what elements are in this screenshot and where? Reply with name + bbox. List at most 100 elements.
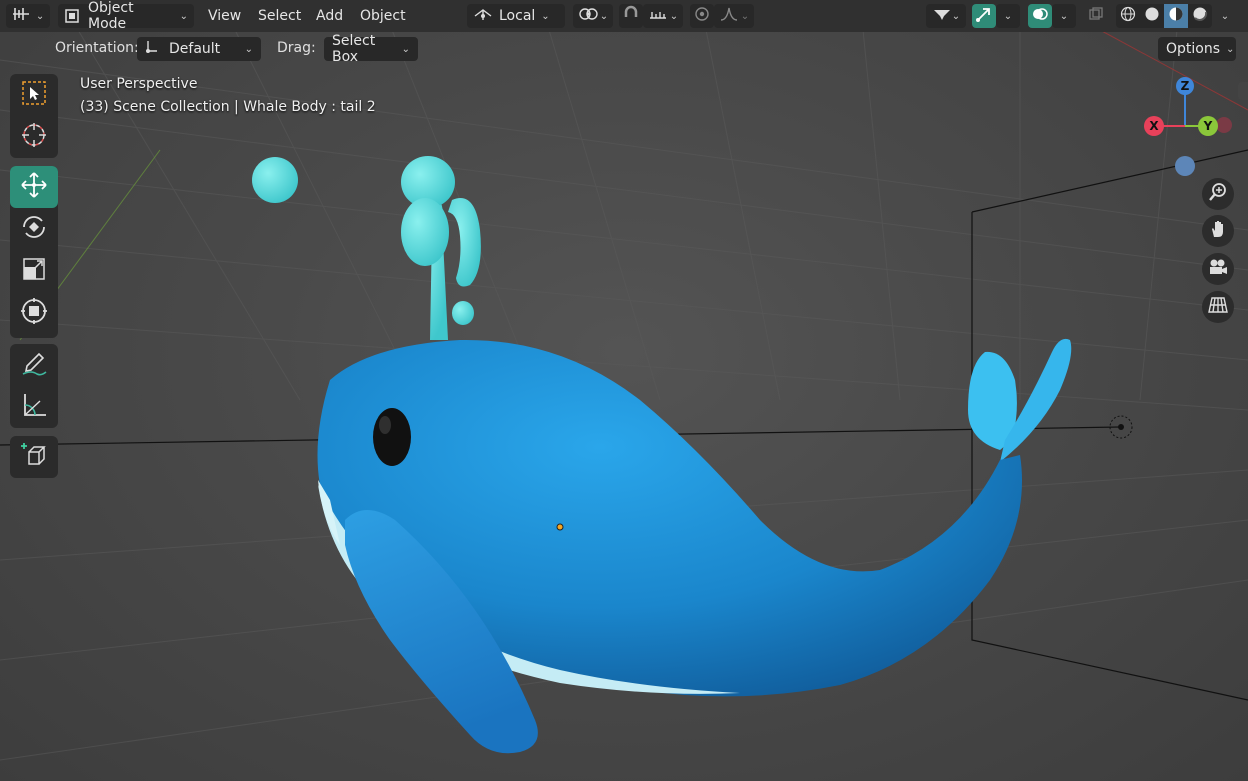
menu-select[interactable]: Select bbox=[250, 4, 309, 28]
ortho-toggle-button[interactable] bbox=[1202, 291, 1234, 323]
proportional-edit-icon bbox=[694, 6, 710, 26]
menu-object[interactable]: Object bbox=[352, 4, 414, 28]
object-mode-icon bbox=[64, 8, 80, 24]
pivot-icon bbox=[578, 6, 600, 26]
annotate-icon bbox=[19, 348, 49, 382]
chevron-down-icon: ⌄ bbox=[740, 10, 750, 22]
measure-icon bbox=[20, 391, 48, 423]
navigation-gizmo[interactable]: Z X Y bbox=[1138, 72, 1238, 182]
zoom-button[interactable] bbox=[1202, 178, 1234, 210]
gizmo-x-axis[interactable]: X bbox=[1144, 116, 1164, 136]
shading-options-dropdown[interactable]: ⌄ bbox=[1214, 4, 1236, 28]
rendered-icon bbox=[1192, 6, 1208, 26]
chevron-down-icon: ⌄ bbox=[1226, 43, 1235, 55]
pan-hand-icon bbox=[1208, 219, 1228, 243]
drag-value: Select Box bbox=[332, 33, 376, 65]
tool-add-cube[interactable] bbox=[10, 436, 58, 478]
perspective-label: User Perspective bbox=[80, 76, 198, 92]
tool-cursor[interactable] bbox=[10, 116, 58, 158]
orientation-axes-icon bbox=[145, 39, 159, 59]
zoom-icon bbox=[1208, 182, 1228, 206]
move-icon bbox=[19, 170, 49, 204]
transform-icon bbox=[19, 296, 49, 330]
chevron-down-icon: ⌄ bbox=[179, 10, 188, 22]
viewport-editor-icon bbox=[12, 6, 30, 26]
chevron-down-icon: ⌄ bbox=[669, 10, 679, 22]
chevron-down-icon: ⌄ bbox=[541, 10, 550, 22]
xray-toggle[interactable] bbox=[1084, 4, 1108, 28]
chevron-down-icon: ⌄ bbox=[35, 10, 45, 22]
gizmo-neg-x[interactable] bbox=[1216, 117, 1232, 133]
menu-view[interactable]: View bbox=[200, 4, 249, 28]
falloff-dropdown[interactable]: ⌄ bbox=[714, 4, 754, 28]
editor-type-button[interactable]: ⌄ bbox=[6, 4, 50, 28]
tool-move[interactable] bbox=[10, 166, 58, 208]
solid-icon bbox=[1144, 6, 1160, 26]
pivot-point-dropdown[interactable]: ⌄ bbox=[573, 4, 613, 28]
snap-increment-icon bbox=[648, 6, 668, 26]
scale-icon bbox=[20, 255, 48, 287]
viewport-header: ⌄ Object Mode ⌄ View Select Add Object L… bbox=[0, 0, 1248, 32]
visibility-icon bbox=[932, 6, 952, 26]
add-cube-icon bbox=[19, 440, 49, 474]
overlay-icon bbox=[1031, 5, 1049, 27]
chevron-down-icon: ⌄ bbox=[401, 43, 410, 55]
drag-dropdown[interactable]: Select Box ⌄ bbox=[324, 33, 418, 65]
select-box-icon bbox=[20, 79, 48, 111]
shading-wireframe-button[interactable] bbox=[1116, 4, 1140, 28]
chevron-down-icon: ⌄ bbox=[1059, 10, 1069, 22]
viewport-scene bbox=[0, 0, 1248, 761]
overlay-dropdown[interactable]: ⌄ bbox=[1052, 4, 1076, 28]
chevron-down-icon: ⌄ bbox=[1003, 10, 1013, 22]
snap-target-dropdown[interactable]: ⌄ bbox=[643, 4, 683, 28]
orientation-label: Local bbox=[499, 8, 536, 24]
collection-label: (33) Scene Collection | Whale Body : tai… bbox=[80, 99, 376, 115]
xray-icon bbox=[1088, 6, 1104, 26]
orientation-dropdown[interactable]: Default ⌄ bbox=[137, 37, 261, 61]
visibility-dropdown[interactable]: ⌄ bbox=[926, 4, 966, 28]
gizmo-icon bbox=[975, 5, 993, 27]
toolbar-group-select bbox=[10, 74, 58, 158]
gizmo-z-label: Z bbox=[1180, 79, 1190, 93]
shading-rendered-button[interactable] bbox=[1188, 4, 1212, 28]
3d-viewport[interactable] bbox=[0, 0, 1248, 781]
tool-measure[interactable] bbox=[10, 386, 58, 428]
camera-view-button[interactable] bbox=[1202, 253, 1234, 285]
tool-rotate[interactable] bbox=[10, 208, 58, 250]
drag-label: Drag: bbox=[277, 40, 316, 56]
orientation-icon bbox=[473, 6, 493, 26]
options-label: Options bbox=[1166, 41, 1221, 57]
shading-solid-button[interactable] bbox=[1140, 4, 1164, 28]
chevron-down-icon: ⌄ bbox=[244, 43, 253, 55]
chevron-down-icon: ⌄ bbox=[951, 10, 961, 22]
cursor-icon bbox=[20, 121, 48, 153]
toolbar-group-add bbox=[10, 436, 58, 478]
mode-dropdown[interactable]: Object Mode ⌄ bbox=[58, 0, 194, 32]
gizmo-neg-z[interactable] bbox=[1175, 156, 1195, 176]
overlay-toggle[interactable] bbox=[1028, 4, 1052, 28]
ortho-grid-icon bbox=[1207, 295, 1229, 319]
gizmo-x-label: X bbox=[1149, 119, 1159, 133]
shading-material-button[interactable] bbox=[1164, 4, 1188, 28]
tool-annotate[interactable] bbox=[10, 344, 58, 386]
camera-view-icon bbox=[1207, 257, 1229, 281]
gizmo-dropdown[interactable]: ⌄ bbox=[996, 4, 1020, 28]
proportional-edit-toggle[interactable] bbox=[690, 4, 714, 28]
wireframe-icon bbox=[1120, 6, 1136, 26]
tool-scale[interactable] bbox=[10, 250, 58, 292]
snap-toggle[interactable] bbox=[619, 4, 643, 28]
tool-transform[interactable] bbox=[10, 292, 58, 334]
whale-eye bbox=[373, 408, 411, 466]
gizmo-z-axis[interactable]: Z bbox=[1176, 77, 1194, 95]
gizmo-toggle[interactable] bbox=[972, 4, 996, 28]
options-dropdown[interactable]: Options ⌄ bbox=[1158, 37, 1236, 61]
pan-button[interactable] bbox=[1202, 215, 1234, 247]
sidebar-toggle-arrow[interactable] bbox=[1238, 82, 1248, 100]
gizmo-y-axis[interactable]: Y bbox=[1198, 116, 1218, 136]
transform-orientation-dropdown[interactable]: Local ⌄ bbox=[467, 4, 565, 28]
menu-add[interactable]: Add bbox=[308, 4, 351, 28]
chevron-down-icon: ⌄ bbox=[1220, 10, 1230, 22]
toolbar-group-annotate bbox=[10, 344, 58, 428]
gizmo-y-label: Y bbox=[1203, 119, 1213, 133]
tool-select-box[interactable] bbox=[10, 74, 58, 116]
